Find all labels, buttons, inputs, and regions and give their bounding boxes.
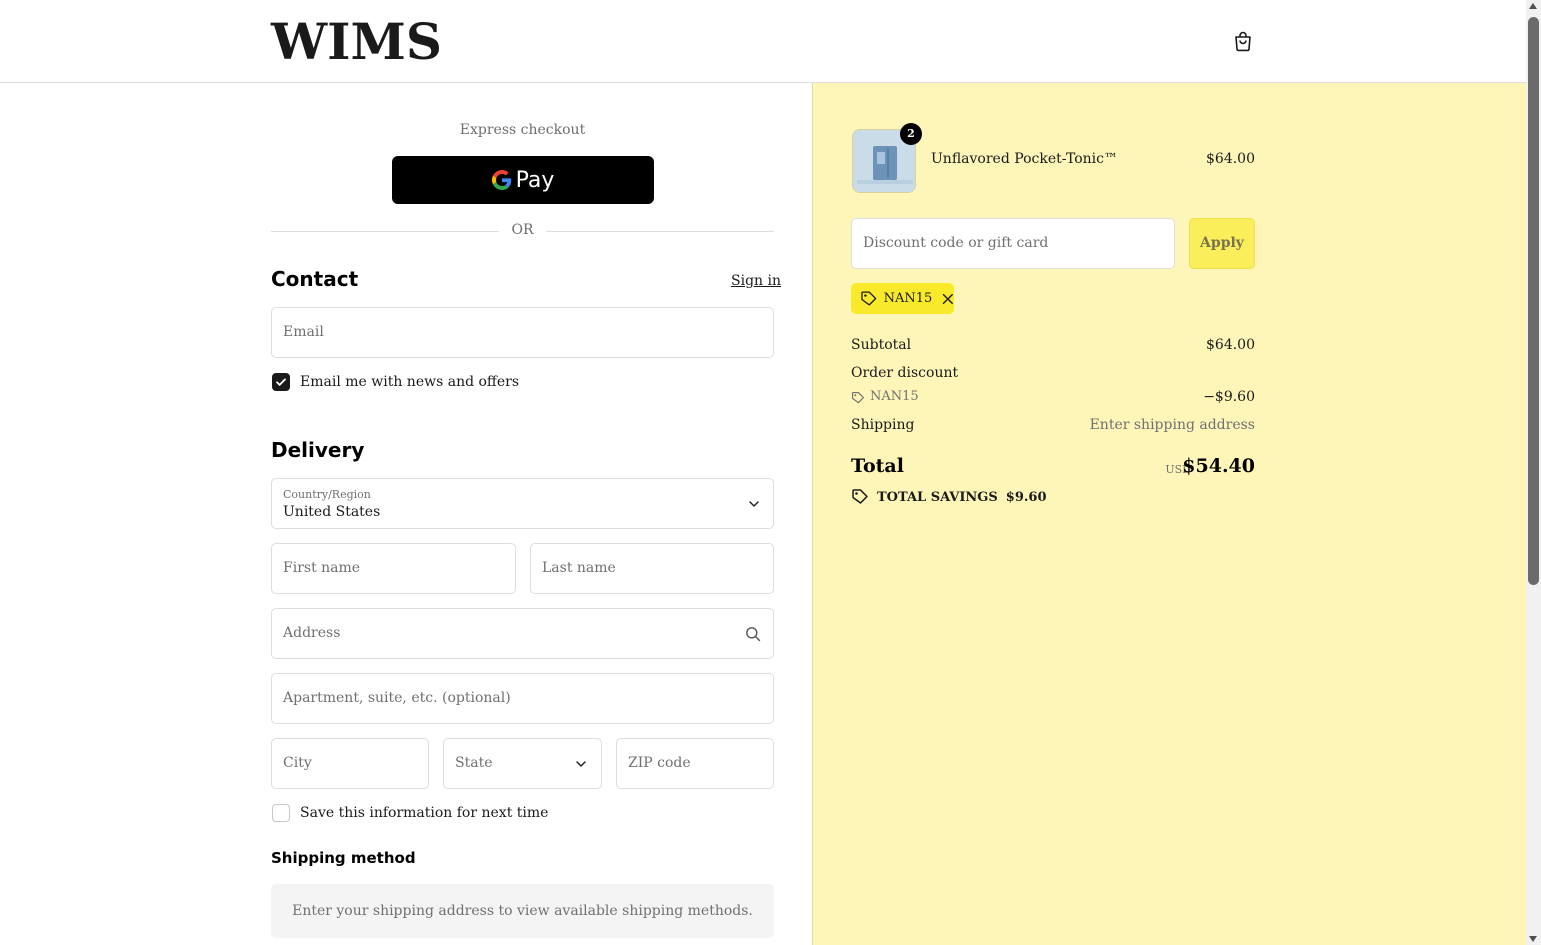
city-placeholder: City — [283, 755, 312, 771]
chevron-down-icon — [749, 501, 759, 507]
country-select[interactable]: Country/Region United States — [271, 478, 774, 529]
shipping-method-placeholder: Enter your shipping address to view avai… — [271, 884, 774, 938]
save-info-checkbox[interactable] — [272, 804, 290, 822]
chevron-down-icon — [576, 761, 586, 767]
savings-tag-icon — [852, 489, 868, 504]
total-value: $54.40 — [1182, 455, 1255, 477]
save-info-label: Save this information for next time — [300, 805, 549, 821]
shipping-value: Enter shipping address — [1089, 417, 1255, 433]
discount-value: −$9.60 — [1203, 389, 1255, 405]
delivery-heading: Delivery — [271, 438, 365, 462]
address-placeholder: Address — [283, 625, 341, 641]
subtotal-label: Subtotal — [851, 337, 912, 353]
google-pay-label: Pay — [515, 167, 555, 193]
express-checkout-label: Express checkout — [459, 122, 586, 138]
address-field[interactable]: Address — [271, 608, 774, 659]
country-label: Country/Region — [283, 488, 371, 501]
subtotal-value: $64.00 — [1206, 337, 1255, 353]
applied-discount-chip: NAN15 — [851, 283, 954, 314]
or-divider-text: OR — [511, 222, 534, 238]
product-price: $64.00 — [1206, 151, 1255, 167]
remove-discount-close-icon[interactable] — [942, 293, 954, 305]
zip-field[interactable]: ZIP code — [616, 738, 774, 789]
savings-label: TOTAL SAVINGS — [877, 489, 998, 505]
applied-code-text: NAN15 — [883, 291, 933, 306]
shipping-method-heading: Shipping method — [271, 849, 416, 867]
checkmark-icon — [276, 378, 286, 386]
savings-value: $9.60 — [1005, 489, 1047, 505]
apply-discount-button[interactable]: Apply — [1189, 218, 1255, 269]
scrollbar-thumb[interactable] — [1528, 17, 1539, 585]
divider-right — [546, 231, 774, 232]
google-pay-button[interactable]: Pay — [392, 156, 654, 204]
scroll-down-arrow-icon[interactable] — [1529, 936, 1537, 942]
product-name: Unflavored Pocket-Tonic™ — [931, 151, 1118, 167]
divider-left — [271, 231, 499, 232]
discount-placeholder: Discount code or gift card — [863, 235, 1049, 251]
zip-placeholder: ZIP code — [628, 755, 691, 771]
tag-icon — [861, 291, 877, 305]
country-value: United States — [283, 504, 381, 520]
email-field[interactable]: Email — [271, 307, 774, 358]
apartment-field[interactable]: Apartment, suite, etc. (optional) — [271, 673, 774, 724]
first-name-field[interactable]: First name — [271, 543, 516, 594]
google-g-icon — [491, 170, 511, 190]
order-summary-panel — [812, 83, 1526, 945]
search-icon — [746, 627, 761, 642]
total-savings: TOTAL SAVINGS $9.60 — [851, 488, 1047, 506]
contact-heading: Contact — [271, 267, 359, 291]
city-field[interactable]: City — [271, 738, 429, 789]
discount-code-label: NAN15 — [870, 389, 919, 404]
newsletter-checkbox[interactable] — [272, 373, 290, 391]
order-discount-label: Order discount — [851, 365, 959, 381]
sign-in-link[interactable]: Sign in — [731, 273, 781, 289]
shopping-bag-icon[interactable] — [1231, 29, 1255, 53]
site-header: WIMS — [0, 0, 1526, 83]
store-logo[interactable]: WIMS — [271, 14, 442, 70]
page-scrollbar[interactable] — [1526, 0, 1541, 945]
scroll-up-arrow-icon[interactable] — [1529, 3, 1537, 9]
apartment-placeholder: Apartment, suite, etc. (optional) — [283, 690, 511, 706]
first-name-placeholder: First name — [283, 560, 361, 576]
state-select[interactable]: State — [443, 738, 602, 789]
discount-code-field[interactable]: Discount code or gift card — [851, 218, 1175, 269]
state-placeholder: State — [455, 755, 493, 771]
shipping-label: Shipping — [851, 417, 915, 433]
tag-icon — [851, 391, 865, 404]
total-label: Total — [851, 455, 904, 477]
last-name-field[interactable]: Last name — [530, 543, 774, 594]
email-placeholder: Email — [283, 324, 324, 340]
quantity-badge: 2 — [900, 123, 922, 145]
newsletter-label: Email me with news and offers — [300, 374, 520, 390]
last-name-placeholder: Last name — [542, 560, 616, 576]
